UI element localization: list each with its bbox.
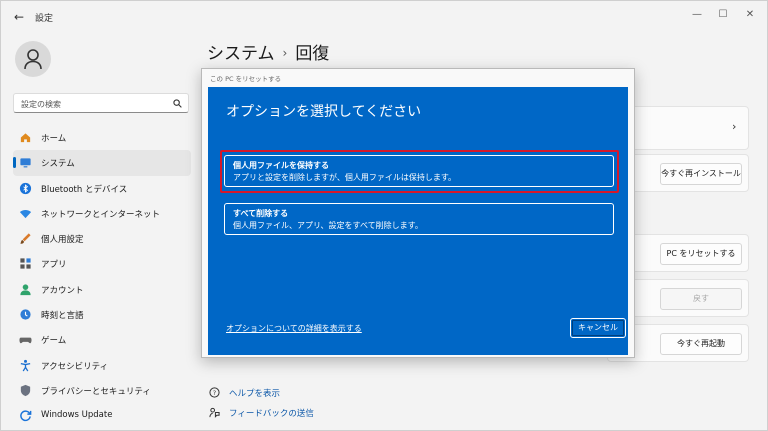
sidebar-item-label: Windows Update — [41, 410, 113, 421]
sidebar-item-accounts[interactable]: アカウント — [13, 277, 191, 302]
cancel-button[interactable]: キャンセル — [570, 318, 626, 338]
avatar[interactable] — [15, 41, 51, 77]
reset-pc-button[interactable]: PC をリセットする — [660, 243, 742, 265]
system-icon — [20, 158, 31, 168]
sidebar-item-network[interactable]: ネットワークとインターネット — [13, 201, 191, 226]
svg-text:?: ? — [213, 389, 216, 397]
options-details-link[interactable]: オプションについての詳細を表示する — [226, 323, 362, 334]
sidebar-item-label: ネットワークとインターネット — [41, 209, 161, 220]
user-icon — [24, 49, 42, 70]
search-icon — [173, 99, 182, 108]
sidebar-item-label: アクセシビリティ — [41, 361, 109, 372]
help-link-label[interactable]: ヘルプを表示 — [229, 387, 280, 399]
breadcrumb: システム › 回復 — [207, 39, 329, 64]
sidebar-item-label: 個人用設定 — [41, 235, 84, 246]
account-icon — [20, 284, 31, 295]
go-back-button: 戻す — [660, 288, 742, 310]
sidebar-item-label: アプリ — [41, 260, 67, 271]
home-icon — [20, 133, 31, 143]
shield-icon — [20, 384, 31, 397]
breadcrumb-separator-icon: › — [282, 46, 288, 60]
maximize-icon[interactable]: ☐ — [711, 7, 735, 23]
help-icon: ? — [209, 387, 220, 398]
app-title: 設定 — [35, 14, 54, 24]
sidebar-item-personalization[interactable]: 個人用設定 — [13, 226, 191, 251]
page-title: 回復 — [295, 44, 330, 64]
minimize-icon[interactable]: — — [685, 7, 709, 23]
network-icon — [19, 209, 32, 219]
sidebar-item-bluetooth[interactable]: Bluetooth とデバイス — [13, 176, 191, 201]
dialog-window-title: この PC をリセットする — [210, 75, 282, 83]
search-input[interactable]: 設定の検索 — [13, 93, 189, 113]
sidebar-item-label: Bluetooth とデバイス — [41, 184, 128, 195]
personalization-icon — [20, 233, 31, 244]
settings-window: ← 設定 — ☐ ✕ 設定の検索 ホーム システム Bluetooth とデバイ… — [0, 0, 768, 431]
option-title: すべて削除する — [233, 209, 289, 218]
feedback-link-label[interactable]: フィードバックの送信 — [229, 407, 314, 419]
sidebar-item-apps[interactable]: アプリ — [13, 251, 191, 276]
accessibility-icon — [20, 359, 31, 372]
sidebar-item-windows-update[interactable]: Windows Update — [13, 403, 191, 428]
windows-update-icon — [20, 410, 32, 422]
search-placeholder: 設定の検索 — [21, 100, 61, 109]
title-bar: ← 設定 — ☐ ✕ — [1, 1, 767, 33]
bluetooth-icon — [19, 182, 32, 194]
close-icon[interactable]: ✕ — [738, 7, 762, 23]
apps-icon — [20, 258, 31, 270]
feedback-icon — [209, 407, 220, 418]
back-arrow-icon[interactable]: ← — [11, 9, 27, 25]
selection-highlight — [220, 150, 619, 193]
sidebar-item-label: ホーム — [41, 134, 67, 144]
sidebar-item-time-language[interactable]: 時刻と言語 — [13, 302, 191, 327]
breadcrumb-parent[interactable]: システム — [207, 44, 275, 64]
chevron-right-icon: › — [732, 120, 737, 133]
restart-now-button[interactable]: 今すぐ再起動 — [660, 333, 742, 355]
sidebar-item-accessibility[interactable]: アクセシビリティ — [13, 353, 191, 378]
sidebar-item-label: ゲーム — [41, 336, 67, 347]
sidebar-item-gaming[interactable]: ゲーム — [13, 327, 191, 352]
gaming-icon — [19, 338, 32, 344]
sidebar-item-label: アカウント — [41, 285, 84, 296]
remove-everything-option[interactable]: すべて削除する 個人用ファイル、アプリ、設定をすべて削除します。 — [224, 203, 614, 235]
sidebar-item-label: プライバシーとセキュリティ — [41, 386, 151, 397]
sidebar-item-home[interactable]: ホーム — [13, 125, 191, 150]
reset-pc-dialog: この PC をリセットする オプションを選択してください 個人用ファイルを保持す… — [201, 68, 635, 358]
sidebar-item-label: 時刻と言語 — [41, 311, 84, 322]
reinstall-now-button[interactable]: 今すぐ再インストール — [660, 163, 742, 185]
option-description: 個人用ファイル、アプリ、設定をすべて削除します。 — [233, 221, 423, 230]
dialog-heading: オプションを選択してください — [226, 104, 422, 120]
time-language-icon — [20, 309, 31, 320]
sidebar-nav: ホーム システム Bluetooth とデバイス ネットワークとインターネット … — [13, 125, 191, 429]
dialog-body: オプションを選択してください 個人用ファイルを保持する アプリと設定を削除します… — [208, 87, 628, 355]
sidebar-item-privacy[interactable]: プライバシーとセキュリティ — [13, 378, 191, 403]
sidebar-item-system[interactable]: システム — [13, 150, 191, 176]
sidebar-item-label: システム — [41, 159, 75, 170]
